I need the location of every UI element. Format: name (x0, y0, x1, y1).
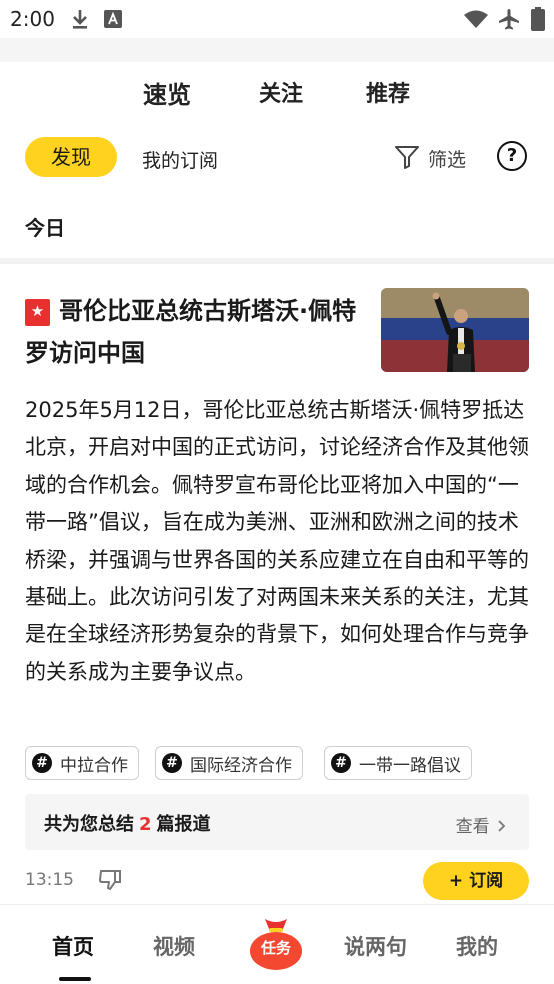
active-tab-indicator (59, 977, 91, 981)
status-bar: 2:00 (0, 0, 554, 38)
summary-text: 共为您总结 2 篇报道 (44, 810, 211, 836)
view-label: 查看 (455, 817, 490, 837)
tab-recommend[interactable]: 推荐 (366, 76, 410, 108)
task-label: 任务 (260, 939, 291, 957)
article-tags: # 中拉合作 # 国际经济合作 # 一带一路倡议 (25, 746, 535, 782)
my-subscription-button[interactable]: 我的订阅 (142, 146, 218, 173)
top-tabs: 速览 关注 推荐 (0, 62, 554, 124)
nav-video[interactable]: 视频 (153, 931, 195, 961)
section-title-today: 今日 (25, 216, 65, 240)
dislike-icon[interactable] (98, 868, 122, 892)
tab-follow[interactable]: 关注 (259, 76, 303, 108)
divider (0, 258, 554, 264)
summary-prefix: 共为您总结 (44, 814, 134, 835)
hashtag-icon: # (32, 753, 52, 773)
publish-time: 13:15 (25, 870, 74, 890)
nav-profile[interactable]: 我的 (456, 931, 498, 961)
summary-bar[interactable]: 共为您总结 2 篇报道 查看 (25, 794, 529, 850)
article-title[interactable]: 哥伦比亚总统古斯塔沃·佩特罗访问中国 (25, 290, 370, 374)
tab-overview[interactable]: 速览 (143, 75, 191, 110)
nav-comments[interactable]: 说两句 (344, 931, 407, 961)
tag-chip[interactable]: # 一带一路倡议 (324, 746, 472, 780)
wifi-icon (464, 10, 488, 28)
font-app-icon (104, 10, 122, 28)
view-button[interactable]: 查看 (456, 812, 507, 837)
airplane-mode-icon (499, 9, 519, 30)
chevron-right-icon (498, 820, 506, 832)
summary-suffix: 篇报道 (156, 814, 211, 835)
subscribe-button[interactable]: + 订阅 (423, 862, 529, 900)
battery-icon (531, 7, 545, 31)
tag-chip[interactable]: # 国际经济合作 (155, 746, 303, 780)
article-body[interactable]: 2025年5月12日，哥伦比亚总统古斯塔沃·佩特罗抵达北京，开启对中国的正式访问… (25, 392, 529, 691)
task-button[interactable]: 任务 (247, 913, 305, 971)
tag-label: 国际经济合作 (190, 755, 292, 776)
header-spacer (0, 38, 554, 62)
download-icon (73, 10, 87, 29)
discover-button[interactable]: 发现 (25, 137, 117, 177)
tag-chip[interactable]: # 中拉合作 (25, 746, 139, 780)
nav-home[interactable]: 首页 (52, 931, 94, 961)
filter-row: 发现 我的订阅 筛选 ? (0, 134, 554, 182)
tag-label: 中拉合作 (60, 755, 128, 776)
filter-button[interactable]: 筛选 (428, 145, 466, 172)
article-thumbnail[interactable] (381, 288, 529, 372)
bottom-nav: 首页 视频 任务 说两句 我的 (0, 904, 554, 984)
status-time: 2:00 (10, 7, 55, 31)
filter-icon[interactable] (394, 144, 420, 170)
hashtag-icon: # (162, 753, 182, 773)
hashtag-icon: # (331, 753, 351, 773)
help-icon[interactable]: ? (497, 141, 527, 171)
tag-label: 一带一路倡议 (359, 755, 461, 776)
report-count: 2 (139, 814, 152, 835)
